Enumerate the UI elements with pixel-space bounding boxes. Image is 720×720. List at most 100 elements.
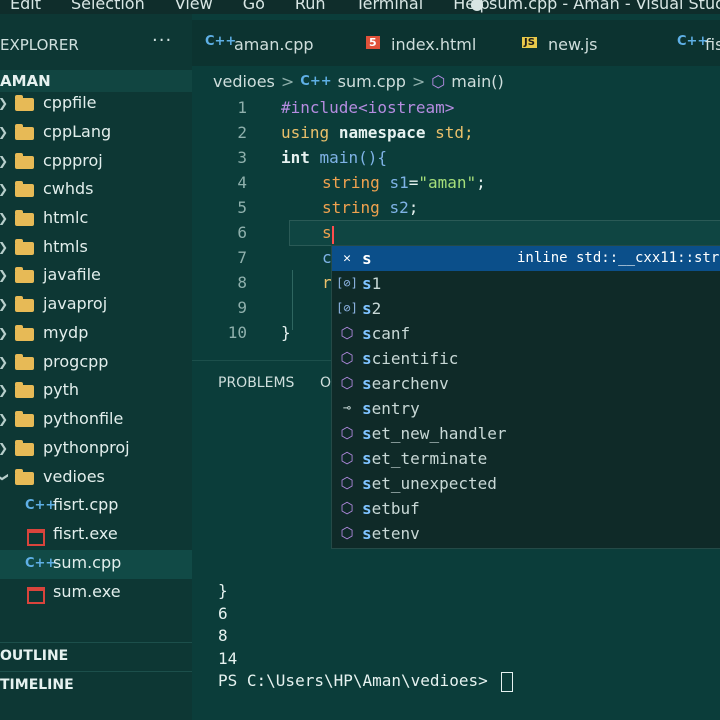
suggestion-item[interactable]: ⬡ set_terminate: [332, 446, 720, 471]
suggestion-item[interactable]: ⬡ scientific: [332, 346, 720, 371]
file-sum-cpp[interactable]: C++ sum.cpp: [0, 550, 192, 579]
suggestion-rest: 1: [371, 274, 382, 293]
folder-htmls[interactable]: ❯ htmls: [0, 234, 192, 263]
terminal-output[interactable]: } 6 8 14 PS C:\Users\HP\Aman\vedioes>: [218, 580, 514, 693]
closing-brace: }: [281, 323, 291, 342]
folder-cwhds[interactable]: ❯ cwhds: [0, 176, 192, 205]
folder-icon: [15, 382, 34, 398]
folder-icon: [15, 95, 34, 111]
breadcrumb-file[interactable]: sum.cpp: [338, 72, 406, 92]
folder-cpplang[interactable]: ❯ cppLang: [0, 119, 192, 148]
folder-label: cppLang: [43, 122, 112, 141]
folder-pythonfile[interactable]: ❯ pythonfile: [0, 406, 192, 435]
folder-progcpp[interactable]: ❯ progcpp: [0, 349, 192, 378]
suggestion-rest: et_unexpected: [371, 474, 497, 493]
keyword-using: using: [281, 123, 330, 142]
folder-label: pyth: [43, 380, 80, 399]
terminal-line: 8: [218, 626, 228, 645]
suggestion-item[interactable]: ⬡ searchenv: [332, 371, 720, 396]
semicolon: ;: [476, 173, 486, 192]
suggestion-item[interactable]: [⊘] s1: [332, 271, 720, 296]
tab-aman-cpp[interactable]: C++ aman.cpp: [192, 20, 347, 66]
file-fisrt-cpp[interactable]: C++ fisrt.cpp: [0, 492, 192, 521]
suggestion-item[interactable]: ⬡ set_unexpected: [332, 471, 720, 496]
timeline-section[interactable]: TIMELINE: [0, 671, 192, 696]
line-number: 7: [237, 248, 247, 267]
suggestion-item[interactable]: [⊘] s2: [332, 296, 720, 321]
workspace-root[interactable]: AMAN: [0, 70, 192, 92]
suggestion-match: s: [362, 349, 372, 368]
chevron-right-icon: ❯: [0, 96, 8, 110]
chevron-right-icon: ❯: [0, 326, 8, 340]
folder-label: progcpp: [43, 352, 109, 371]
suggestion-item[interactable]: ✕ s inline std::__cxx11::str: [332, 246, 720, 271]
suggestion-rest: entry: [371, 399, 420, 418]
folder-mydp[interactable]: ❯ mydp: [0, 320, 192, 349]
folder-cppproj[interactable]: ❯ cppproj: [0, 148, 192, 177]
folder-htmlc[interactable]: ❯ htmlc: [0, 205, 192, 234]
type-string: string: [322, 198, 380, 217]
breadcrumb-folder[interactable]: vedioes: [213, 72, 275, 92]
folder-javaproj[interactable]: ❯ javaproj: [0, 291, 192, 320]
folder-label: vedioes: [43, 467, 105, 486]
tab-index-html[interactable]: 5 index.html: [352, 20, 502, 66]
file-label: sum.exe: [53, 582, 121, 601]
cpp-file-icon: C++: [25, 498, 57, 513]
more-actions-button[interactable]: ···: [152, 30, 172, 51]
folder-icon: [15, 210, 34, 226]
menu-edit[interactable]: Edit: [10, 0, 41, 13]
suggestion-rest: etenv: [371, 524, 420, 543]
menu-go[interactable]: Go: [243, 0, 265, 13]
menu-terminal[interactable]: Terminal: [356, 0, 424, 13]
method-cube-icon: ⬡: [340, 324, 354, 342]
file-fisrt-exe[interactable]: fisrt.exe: [0, 521, 192, 550]
variable-s2: s2: [389, 198, 409, 217]
folder-cppfile[interactable]: ❯ cppfile: [0, 90, 192, 119]
menu-run[interactable]: Run: [295, 0, 326, 13]
outline-section[interactable]: OUTLINE: [0, 642, 192, 667]
suggestion-rest: cientific: [371, 349, 459, 368]
folder-icon: [15, 153, 34, 169]
html-file-icon: 5: [366, 36, 380, 49]
suggestion-match: s: [362, 499, 372, 518]
breadcrumb-symbol[interactable]: main(): [451, 72, 503, 92]
timeline-label: TIMELINE: [0, 677, 74, 693]
breadcrumb: vedioes > C++ sum.cpp > ⬡ main(): [213, 72, 504, 92]
folder-label: pythonproj: [43, 438, 130, 457]
semicolon: ;: [408, 198, 419, 217]
suggestion-rest: et_terminate: [371, 449, 488, 468]
cpp-file-icon: C++: [300, 74, 332, 89]
code-line-4: string s1="aman";: [322, 170, 486, 195]
suggestion-item[interactable]: ⬡ scanf: [332, 321, 720, 346]
menu-view[interactable]: View: [175, 0, 213, 13]
variable-icon: [⊘]: [336, 301, 358, 315]
typed-text: s: [322, 223, 332, 242]
folder-open-icon: [15, 469, 34, 485]
menu-selection[interactable]: Selection: [71, 0, 145, 13]
suggestion-item[interactable]: ⬡ setenv: [332, 521, 720, 546]
folder-label: mydp: [43, 323, 89, 342]
suggestion-item[interactable]: ⊸ sentry: [332, 396, 720, 421]
file-sum-exe[interactable]: sum.exe: [0, 579, 192, 608]
tab-fis[interactable]: C++ fis: [667, 20, 720, 66]
folder-vedioes[interactable]: ❯ vedioes: [0, 464, 192, 493]
method-cube-icon: ⬡: [340, 524, 354, 542]
chevron-right-icon: ❯: [0, 125, 8, 139]
folder-pythonproj[interactable]: ❯ pythonproj: [0, 435, 192, 464]
indent-guide: [292, 270, 293, 330]
suggestion-item[interactable]: ⬡ set_new_handler: [332, 421, 720, 446]
code-line-3: int main(){: [281, 145, 387, 170]
folder-label: cppproj: [43, 151, 103, 170]
tab-output[interactable]: O: [320, 375, 331, 391]
line-number: 9: [237, 298, 247, 317]
line-number: 3: [237, 148, 247, 167]
folder-javafile[interactable]: ❯ javafile: [0, 262, 192, 291]
suggestion-match: s: [362, 299, 372, 318]
cpp-file-icon: C++: [677, 34, 709, 49]
suggestion-detail: inline std::__cxx11::str: [517, 250, 720, 266]
chevron-right-icon: ❯: [0, 383, 8, 397]
tab-new-js[interactable]: JS new.js: [512, 20, 657, 66]
suggestion-item[interactable]: ⬡ setbuf: [332, 496, 720, 521]
tab-problems[interactable]: PROBLEMS: [218, 375, 294, 391]
folder-pyth[interactable]: ❯ pyth: [0, 377, 192, 406]
